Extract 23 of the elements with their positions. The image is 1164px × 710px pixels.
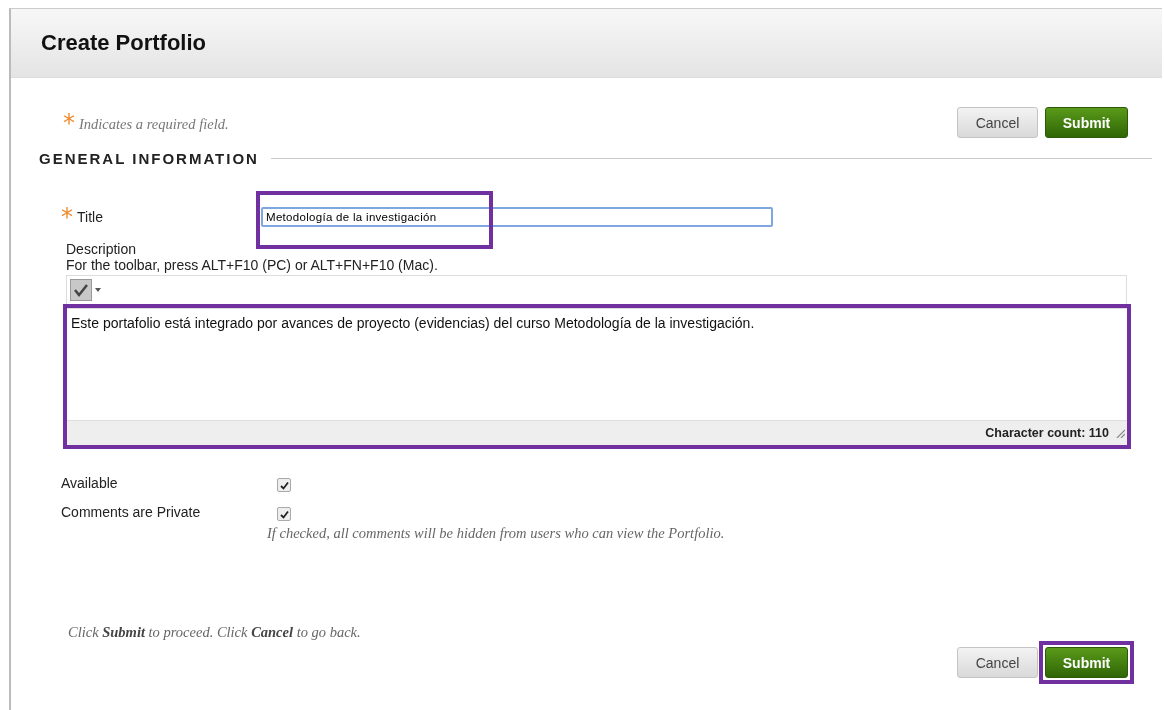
title-field[interactable]: Metodología de la investigación	[261, 207, 773, 227]
page-title: Create Portfolio	[41, 30, 207, 56]
submit-button[interactable]: Submit	[1045, 647, 1128, 678]
option-label: Comments are Private	[61, 504, 202, 520]
submit-button[interactable]: Submit	[1045, 107, 1128, 138]
section-heading: GENERAL INFORMATION	[39, 150, 259, 167]
required-mark: *	[63, 113, 75, 133]
field-label: Description	[66, 241, 138, 257]
toolbar-hint: For the toolbar, press ALT+F10 (PC) or ALT+FN+F10 (Mac).	[66, 257, 439, 273]
cancel-button[interactable]: Cancel	[957, 107, 1038, 138]
spellcheck-icon[interactable]	[70, 279, 101, 301]
checkbox[interactable]	[277, 507, 291, 521]
footer-note: Click Submit to proceed. Click Cancel to go back.	[67, 623, 362, 641]
field-label: Title	[77, 209, 103, 225]
description-editor[interactable]: Este portafolio está integrado por avances de proyecto (evidencias) del curso Metodología de la investigación. Character count: 110	[63, 304, 1131, 449]
option-label: Available	[61, 475, 119, 491]
cancel-button[interactable]: Cancel	[957, 647, 1038, 678]
checkbox[interactable]	[277, 478, 291, 492]
resize-handle-icon[interactable]	[1115, 428, 1125, 438]
required-mark: *	[61, 207, 73, 227]
required-note: Indicates a required field.	[79, 116, 229, 133]
option-hint: If checked, all comments will be hidden from users who can view the Portfolio.	[267, 525, 725, 542]
character-count: Character count: 110	[985, 426, 1109, 440]
